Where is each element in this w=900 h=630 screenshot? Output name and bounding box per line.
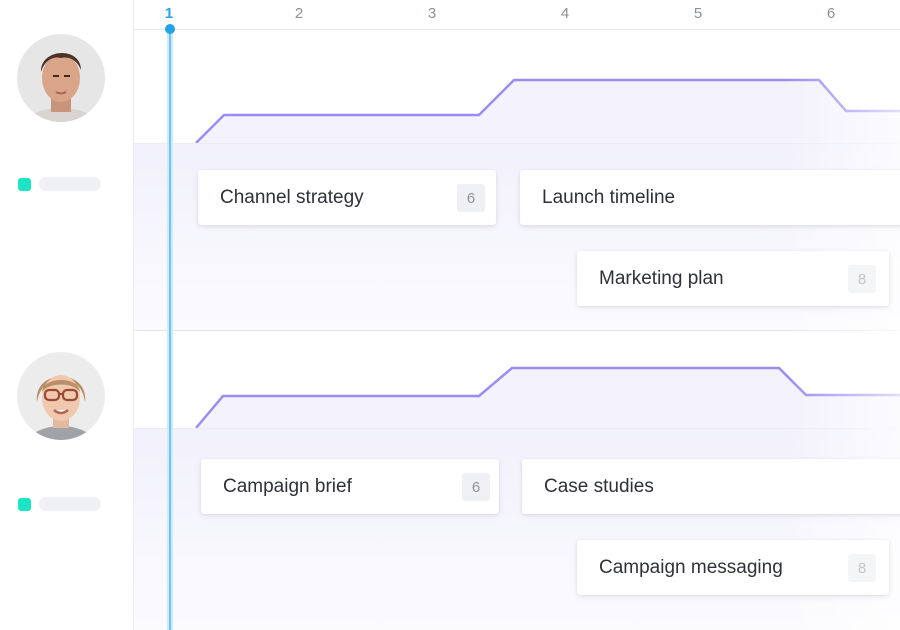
legend-placeholder-bar	[39, 177, 101, 191]
female-person-avatar[interactable]	[17, 352, 105, 440]
legend-placeholder-bar	[39, 497, 101, 511]
task-count-badge: 6	[462, 473, 490, 501]
task-count-badge: 6	[457, 184, 485, 212]
week-tick[interactable]: 6	[821, 5, 841, 22]
people-column	[0, 0, 134, 630]
task-card[interactable]: Launch timeline	[520, 170, 900, 225]
task-card[interactable]: Campaign messaging 8	[577, 540, 889, 595]
task-title: Channel strategy	[220, 186, 364, 208]
legend-color-dot	[18, 497, 31, 511]
task-title: Campaign brief	[223, 475, 352, 497]
week-tick[interactable]: 4	[555, 5, 575, 22]
male-person-avatar[interactable]	[17, 34, 105, 122]
task-card[interactable]: Channel strategy 6	[198, 170, 496, 225]
week-tick[interactable]: 5	[688, 5, 708, 22]
current-time-line[interactable]	[169, 29, 171, 630]
task-card[interactable]: Case studies	[522, 459, 900, 514]
task-count-badge: 8	[848, 554, 876, 582]
week-tick-current[interactable]: 1	[159, 5, 179, 22]
task-title: Marketing plan	[599, 267, 724, 289]
task-card[interactable]: Marketing plan 8	[577, 251, 889, 306]
task-title: Campaign messaging	[599, 556, 783, 578]
task-title: Case studies	[544, 475, 654, 497]
task-title: Launch timeline	[542, 186, 676, 208]
workload-chart	[134, 30, 900, 630]
timeline-grid: 1 2 3 4 5 6 Channel strategy 6 Launch ti…	[134, 0, 900, 630]
task-card[interactable]: Campaign brief 6	[201, 459, 499, 514]
current-time-handle[interactable]	[165, 24, 175, 34]
person-legend	[18, 177, 101, 191]
legend-color-dot	[18, 177, 31, 191]
workload-timeline-app: 1 2 3 4 5 6 Channel strategy 6 Launch ti…	[0, 0, 900, 630]
header-divider	[134, 29, 900, 30]
task-count-badge: 8	[848, 265, 876, 293]
week-tick[interactable]: 3	[422, 5, 442, 22]
week-tick[interactable]: 2	[289, 5, 309, 22]
person-legend	[18, 497, 101, 511]
